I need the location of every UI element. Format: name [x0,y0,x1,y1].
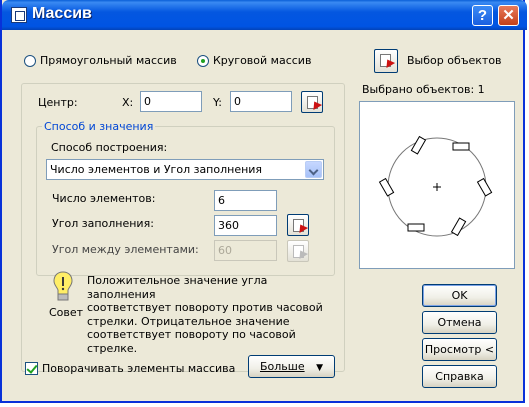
select-objects-button[interactable] [374,49,398,73]
app-icon [11,7,27,23]
selected-count: Выбрано объектов: 1 [362,83,485,96]
polar-array-radio[interactable] [197,55,209,67]
center-x-label: X: [122,96,134,109]
help-button[interactable]: Справка [422,365,497,388]
center-x-input[interactable]: 0 [140,91,202,112]
center-y-input[interactable]: 0 [230,91,292,112]
array-dialog: Массив ? ✕ Прямоугольный массив Круговой… [0,0,527,403]
tip-line: соответствует повороту по часовой стрелк… [87,328,296,355]
array-preview [359,101,515,269]
center-y-label: Y: [213,96,222,109]
between-angle-input: 60 [214,240,277,261]
title-bar[interactable]: Массив ? ✕ [2,0,527,30]
cancel-button[interactable]: Отмена [422,311,497,334]
fill-angle-label: Угол заполнения: [52,217,154,230]
rotate-items-checkbox[interactable] [25,362,38,375]
fill-angle-input[interactable]: 360 [214,215,277,236]
ok-button[interactable]: OK [422,284,497,307]
more-button-label: Больше [259,360,305,373]
dialog-title: Массив [32,5,92,22]
count-input[interactable]: 6 [214,190,277,211]
tip-caption: Совет [49,306,84,319]
rect-array-radio[interactable] [24,55,36,67]
polar-array-label[interactable]: Круговой массив [213,54,311,67]
between-angle-label: Угол между элементами: [52,243,199,256]
method-group-title: Способ и значения [42,120,156,133]
tip-text: Положительное значение угла заполнения с… [87,274,337,355]
chevron-down-icon[interactable] [305,161,322,178]
rect-array-label[interactable]: Прямоугольный массив [40,54,177,67]
help-title-button[interactable]: ? [472,5,493,26]
tip-line: стрелки. Отрицательное значение [87,314,290,328]
close-button[interactable]: ✕ [498,5,519,26]
rotate-items-label[interactable]: Поворачивать элементы массива [42,362,235,375]
method-select-value: Число элементов и Угол заполнения [50,163,263,176]
pick-between-angle-button [287,240,309,262]
method-select[interactable]: Число элементов и Угол заполнения [46,159,324,180]
double-chevron-down-icon: ▼ [316,363,324,373]
pick-fill-angle-button[interactable] [287,214,309,236]
preview-button[interactable]: Просмотр < [422,338,497,361]
more-button[interactable]: Больше ▼ [248,355,335,378]
method-label: Способ построения: [51,141,168,154]
select-objects-label: Выбор объектов [407,54,502,67]
pick-center-button[interactable] [301,91,323,113]
preview-drawing [378,135,493,237]
lightbulb-icon [53,271,73,301]
center-label: Центр: [38,96,78,109]
tip-line: Положительное значение угла заполнения [87,274,268,301]
tip-line: соответствует повороту против часовой [87,301,323,314]
count-label: Число элементов: [52,192,156,205]
